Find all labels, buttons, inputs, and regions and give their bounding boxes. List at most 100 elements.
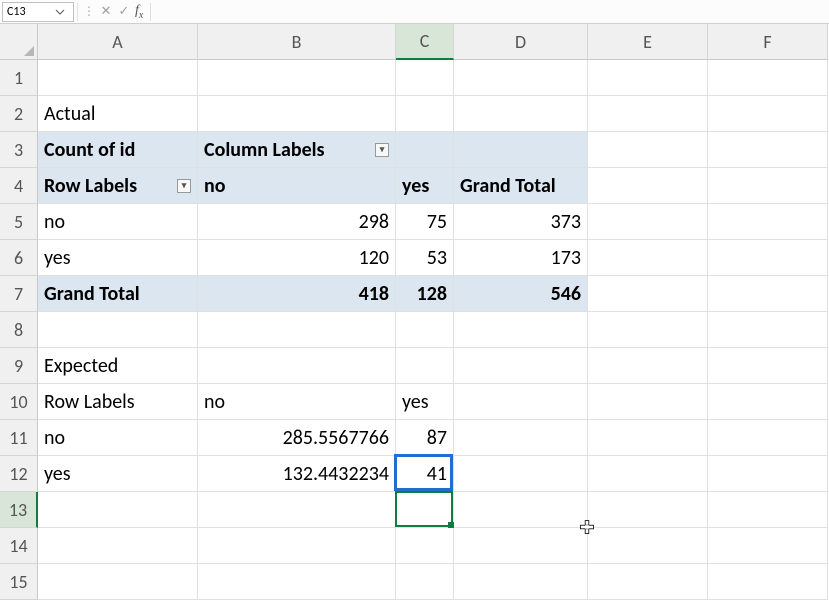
cell-C10[interactable]: yes [396, 384, 454, 420]
cell-A13[interactable] [38, 492, 198, 528]
cell-B4[interactable]: no [198, 168, 396, 204]
cell-F10[interactable] [708, 384, 828, 420]
row-head-1[interactable]: 1 [0, 60, 38, 96]
cell-A12[interactable]: yes [38, 456, 198, 492]
cell-C9[interactable] [396, 348, 454, 384]
cell-A5[interactable]: no [38, 204, 198, 240]
row-head-6[interactable]: 6 [0, 240, 38, 276]
cell-D3[interactable] [454, 132, 588, 168]
cell-E7[interactable] [588, 276, 708, 312]
cell-A11[interactable]: no [38, 420, 198, 456]
cell-F5[interactable] [708, 204, 828, 240]
cell-E10[interactable] [588, 384, 708, 420]
col-head-C[interactable]: C [396, 24, 454, 60]
cell-D14[interactable] [454, 528, 588, 564]
cell-B15[interactable] [198, 564, 396, 600]
row-head-13[interactable]: 13 [0, 492, 38, 528]
cell-F13[interactable] [708, 492, 828, 528]
spreadsheet-grid[interactable]: ABCDEF12Actual3Count of idColumn Labels▾… [0, 24, 829, 600]
row-head-14[interactable]: 14 [0, 528, 38, 564]
cell-B10[interactable]: no [198, 384, 396, 420]
cell-D1[interactable] [454, 60, 588, 96]
cell-E1[interactable] [588, 60, 708, 96]
row-head-2[interactable]: 2 [0, 96, 38, 132]
row-head-4[interactable]: 4 [0, 168, 38, 204]
cell-E9[interactable] [588, 348, 708, 384]
cell-F3[interactable] [708, 132, 828, 168]
cell-F9[interactable] [708, 348, 828, 384]
col-head-A[interactable]: A [38, 24, 198, 60]
cell-F14[interactable] [708, 528, 828, 564]
cell-C2[interactable] [396, 96, 454, 132]
cell-F11[interactable] [708, 420, 828, 456]
cell-B6[interactable]: 120 [198, 240, 396, 276]
cell-B3[interactable]: Column Labels▾ [198, 132, 396, 168]
row-head-8[interactable]: 8 [0, 312, 38, 348]
row-head-15[interactable]: 15 [0, 564, 38, 600]
formula-input[interactable] [154, 2, 829, 22]
cell-F4[interactable] [708, 168, 828, 204]
cell-E8[interactable] [588, 312, 708, 348]
col-head-E[interactable]: E [588, 24, 708, 60]
cell-D9[interactable] [454, 348, 588, 384]
row-head-7[interactable]: 7 [0, 276, 38, 312]
cell-C13[interactable] [396, 492, 454, 528]
cell-C5[interactable]: 75 [396, 204, 454, 240]
cell-B11[interactable]: 285.5567766 [198, 420, 396, 456]
cell-B9[interactable] [198, 348, 396, 384]
cell-A6[interactable]: yes [38, 240, 198, 276]
cell-D11[interactable] [454, 420, 588, 456]
cell-F6[interactable] [708, 240, 828, 276]
cell-A7[interactable]: Grand Total [38, 276, 198, 312]
col-head-D[interactable]: D [454, 24, 588, 60]
cell-A4[interactable]: Row Labels▾ [38, 168, 198, 204]
cell-B14[interactable] [198, 528, 396, 564]
row-head-12[interactable]: 12 [0, 456, 38, 492]
cell-F12[interactable] [708, 456, 828, 492]
cell-A15[interactable] [38, 564, 198, 600]
cell-C3[interactable] [396, 132, 454, 168]
cell-A3[interactable]: Count of id [38, 132, 198, 168]
row-head-5[interactable]: 5 [0, 204, 38, 240]
cell-B2[interactable] [198, 96, 396, 132]
cell-C14[interactable] [396, 528, 454, 564]
cell-C15[interactable] [396, 564, 454, 600]
cell-E5[interactable] [588, 204, 708, 240]
cell-E11[interactable] [588, 420, 708, 456]
cell-F7[interactable] [708, 276, 828, 312]
name-box[interactable]: C13 [2, 2, 74, 22]
cell-A8[interactable] [38, 312, 198, 348]
cell-F15[interactable] [708, 564, 828, 600]
cell-E15[interactable] [588, 564, 708, 600]
cell-D6[interactable]: 173 [454, 240, 588, 276]
filter-dropdown-icon[interactable]: ▾ [375, 143, 389, 157]
enter-icon[interactable]: ✓ [115, 3, 133, 21]
cell-A10[interactable]: Row Labels [38, 384, 198, 420]
cell-D7[interactable]: 546 [454, 276, 588, 312]
col-head-F[interactable]: F [708, 24, 828, 60]
cell-C8[interactable] [396, 312, 454, 348]
select-all-corner[interactable] [0, 24, 38, 60]
cell-E4[interactable] [588, 168, 708, 204]
row-head-9[interactable]: 9 [0, 348, 38, 384]
cell-D13[interactable] [454, 492, 588, 528]
cell-D15[interactable] [454, 564, 588, 600]
cell-B1[interactable] [198, 60, 396, 96]
cell-B8[interactable] [198, 312, 396, 348]
cell-F2[interactable] [708, 96, 828, 132]
cell-C7[interactable]: 128 [396, 276, 454, 312]
cell-B5[interactable]: 298 [198, 204, 396, 240]
cell-F1[interactable] [708, 60, 828, 96]
chevron-down-icon[interactable] [51, 3, 69, 21]
cancel-icon[interactable]: ✕ [97, 3, 115, 21]
cell-D12[interactable] [454, 456, 588, 492]
cell-C1[interactable] [396, 60, 454, 96]
cell-A1[interactable] [38, 60, 198, 96]
cell-D10[interactable] [454, 384, 588, 420]
cell-C6[interactable]: 53 [396, 240, 454, 276]
cell-E3[interactable] [588, 132, 708, 168]
filter-dropdown-icon[interactable]: ▾ [177, 179, 191, 193]
fx-icon[interactable]: fx [135, 3, 143, 21]
cell-D8[interactable] [454, 312, 588, 348]
row-head-3[interactable]: 3 [0, 132, 38, 168]
